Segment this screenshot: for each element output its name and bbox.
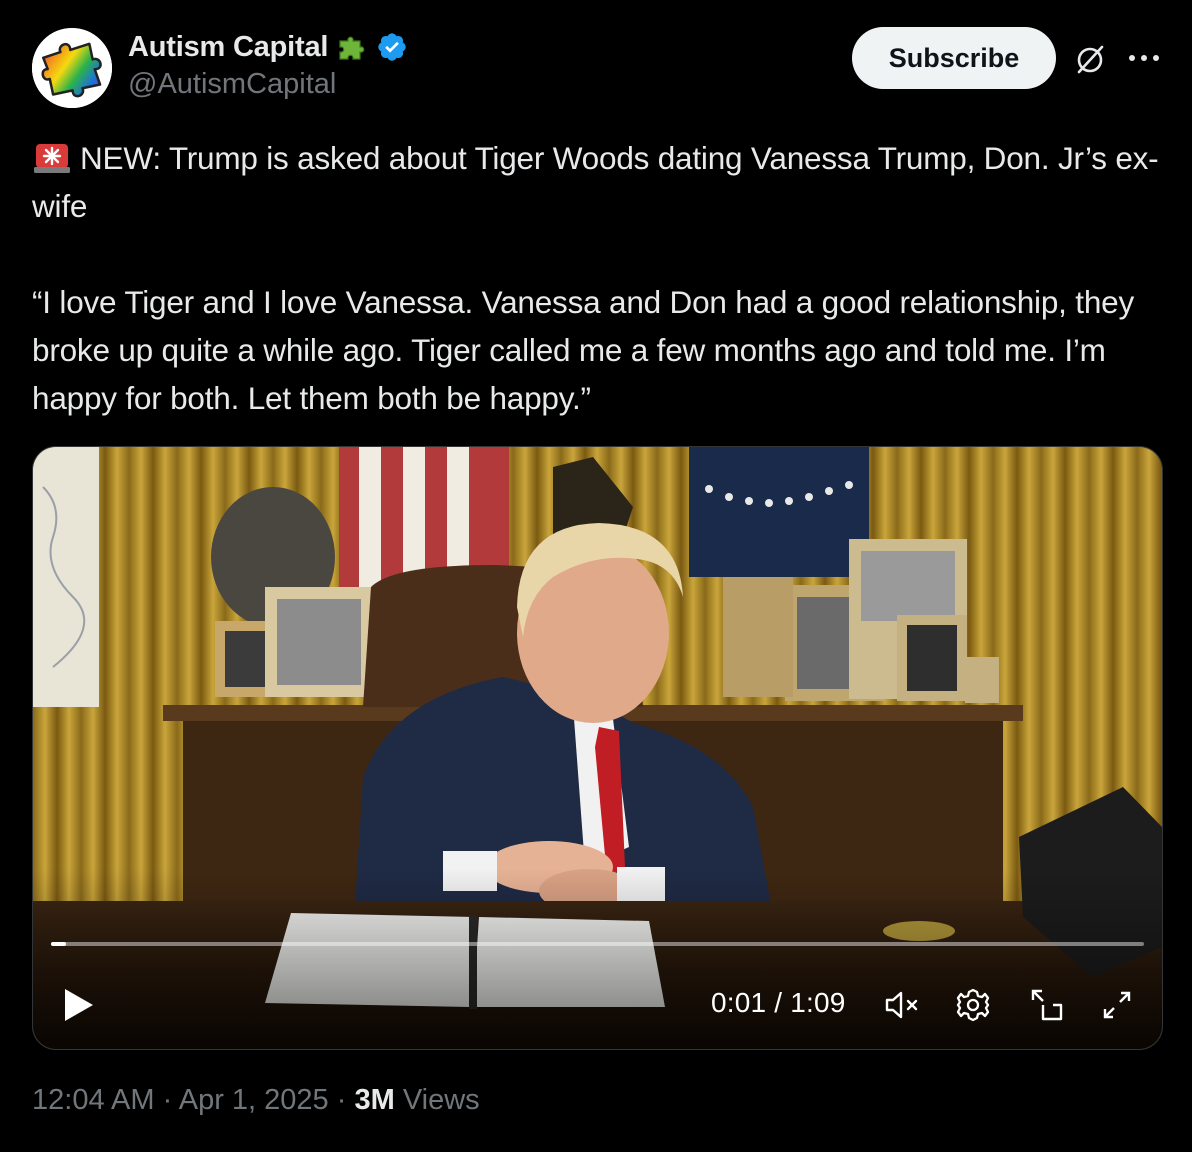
video-progress-fill bbox=[51, 942, 67, 946]
video-frame bbox=[33, 447, 1162, 1049]
video-time: 0:01 / 1:09 bbox=[711, 987, 846, 1018]
subscribe-button[interactable]: Subscribe bbox=[852, 27, 1056, 89]
police-siren-icon bbox=[34, 144, 70, 173]
fullscreen-icon[interactable] bbox=[1097, 985, 1137, 1025]
grok-icon[interactable] bbox=[1072, 42, 1108, 78]
mute-icon[interactable] bbox=[881, 985, 921, 1025]
video-player[interactable]: 0:01 / 1:09 bbox=[32, 446, 1163, 1050]
separator: · bbox=[336, 1084, 347, 1116]
tweet-text: NEW: Trump is asked about Tiger Woods da… bbox=[32, 134, 1172, 422]
more-options-icon[interactable] bbox=[1124, 42, 1164, 74]
puzzle-piece-icon bbox=[339, 36, 365, 60]
video-progress-bar[interactable] bbox=[51, 942, 1144, 946]
separator: · bbox=[162, 1084, 173, 1116]
author-display-name[interactable]: Autism Capital bbox=[128, 31, 328, 64]
tweet-meta: 12:04 AM · Apr 1, 2025 · 3M Views bbox=[32, 1084, 480, 1117]
rainbow-puzzle-icon bbox=[32, 28, 112, 108]
views-label: Views bbox=[402, 1084, 480, 1116]
author-name-row[interactable]: Autism Capital bbox=[128, 28, 408, 66]
play-icon[interactable] bbox=[59, 985, 99, 1025]
tweet-quote: “I love Tiger and I love Vanessa. Vaness… bbox=[32, 284, 1135, 416]
tweet: Autism Capital @AutismCapital Subscribe … bbox=[0, 0, 1192, 1152]
avatar[interactable] bbox=[32, 28, 112, 108]
tweet-line-1: NEW: Trump is asked about Tiger Woods da… bbox=[32, 140, 1159, 224]
settings-icon[interactable] bbox=[953, 985, 993, 1025]
verified-badge-icon[interactable] bbox=[376, 31, 408, 63]
author-handle[interactable]: @AutismCapital bbox=[128, 68, 336, 101]
tweet-date[interactable]: Apr 1, 2025 bbox=[179, 1084, 329, 1116]
tweet-headline: NEW: Trump is asked about Tiger Woods da… bbox=[32, 134, 1172, 230]
tweet-time[interactable]: 12:04 AM bbox=[32, 1084, 155, 1116]
views-count: 3M bbox=[354, 1084, 395, 1116]
picture-in-picture-icon[interactable] bbox=[1027, 985, 1067, 1025]
